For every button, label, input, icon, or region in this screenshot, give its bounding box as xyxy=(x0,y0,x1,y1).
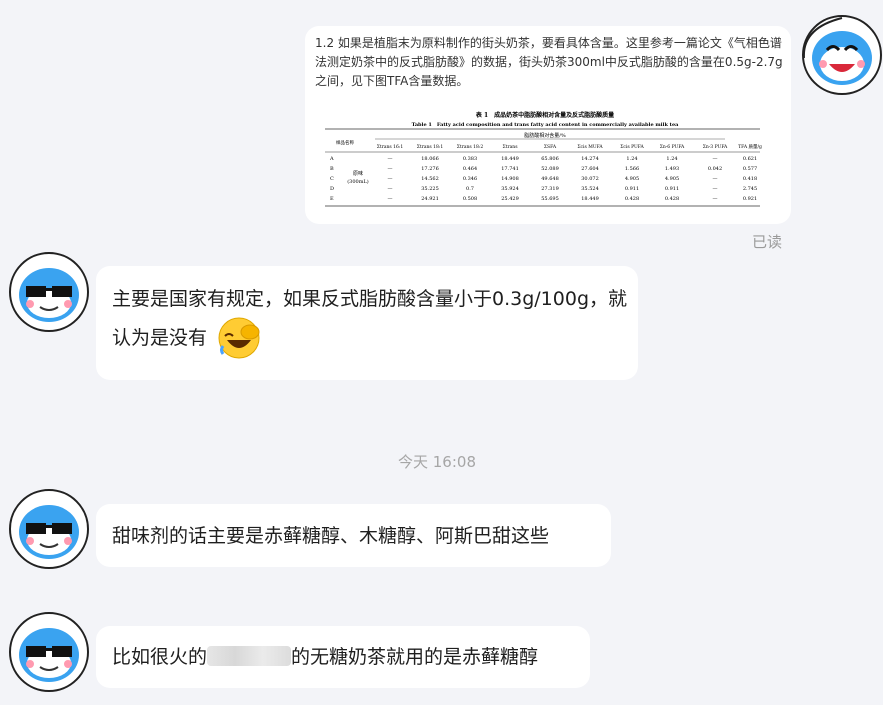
table-cell: — xyxy=(388,186,393,192)
table-cell: 0.621 xyxy=(743,156,757,162)
table-cell: 35.225 xyxy=(421,186,439,192)
table-cell: 4.905 xyxy=(665,176,679,182)
outgoing-message-text: 1.2 如果是植脂末为原料制作的街头奶茶，要看具体含量。这里参考一篇论文《气相色… xyxy=(315,36,783,88)
table-column-header: Σtrans xyxy=(502,144,518,150)
table-cell: 49.648 xyxy=(541,176,559,182)
table-cell: 0.921 xyxy=(743,196,757,202)
table-cell: — xyxy=(388,176,393,182)
table-cell: 2.745 xyxy=(743,186,757,192)
table-cell: D xyxy=(330,186,334,192)
incoming-message-bubble[interactable]: 甜味剂的话主要是赤藓糖醇、木糖醇、阿斯巴甜这些 xyxy=(96,504,611,567)
table-cell: 18.449 xyxy=(581,196,599,202)
outgoing-message-bubble[interactable]: 1.2 如果是植脂末为原料制作的街头奶茶，要看具体含量。这里参考一篇论文《气相色… xyxy=(305,26,791,224)
sunglasses-mascot-avatar[interactable] xyxy=(8,611,90,693)
table-cell: 35.924 xyxy=(501,186,519,192)
table-column-header: Σtrans 18:2 xyxy=(457,144,484,150)
table-cell: — xyxy=(713,196,718,202)
table-column-header: 样品名称 xyxy=(336,139,354,146)
table-cell: — xyxy=(713,186,718,192)
table-cell: 0.577 xyxy=(743,166,757,172)
table-cell: 0.911 xyxy=(665,186,679,192)
table-cell: 1.566 xyxy=(625,166,639,172)
table-cell: 52.089 xyxy=(541,166,559,172)
table-cell: A xyxy=(329,156,334,162)
table-cell: 0.464 xyxy=(463,166,477,172)
table-cell: 0.383 xyxy=(463,156,477,162)
table-cell: 18.066 xyxy=(421,156,439,162)
paper-table-image[interactable]: 表 1 成品奶茶中脂肪酸相对含量及反式脂肪酸质量 Table 1 Fatty a… xyxy=(320,108,770,212)
redacted-brand-name xyxy=(207,646,292,666)
table-cell: 1.493 xyxy=(665,166,679,172)
table-cell: 0.042 xyxy=(708,166,722,172)
table-cell: — xyxy=(388,166,393,172)
table-cell: — xyxy=(388,156,393,162)
table-column-header: Σcis MUFA xyxy=(577,144,603,150)
table-column-header: Σtrans 18:1 xyxy=(417,144,444,150)
incoming-message-text: 甜味剂的话主要是赤藓糖醇、木糖醇、阿斯巴甜这些 xyxy=(112,525,550,547)
table-cell: — xyxy=(388,196,393,202)
table-cell: — xyxy=(713,176,718,182)
table-cell: 1.24 xyxy=(626,156,637,162)
table-cell: 65.806 xyxy=(541,156,559,162)
table-cell: 27.319 xyxy=(541,186,559,192)
table-cell: 0.911 xyxy=(625,186,639,192)
table-cell: 0.508 xyxy=(463,196,477,202)
table-cell: 14.274 xyxy=(581,156,599,162)
table-title-cn: 表 1 成品奶茶中脂肪酸相对含量及反式脂肪酸质量 xyxy=(475,111,614,119)
incoming-message-bubble[interactable]: 比如很火的 的无糖奶茶就用的是赤藓糖醇 xyxy=(96,626,590,688)
table-cell: C xyxy=(330,176,334,182)
table-cell: 1.24 xyxy=(666,156,677,162)
timestamp: 今天 16:08 xyxy=(398,453,476,471)
smiling-mascot-avatar[interactable] xyxy=(801,14,883,96)
table-cell: 0.428 xyxy=(625,196,639,202)
table-cell: 14.562 xyxy=(421,176,439,182)
table-column-header: Σtrans 16:1 xyxy=(377,144,404,150)
sunglasses-mascot-avatar[interactable] xyxy=(8,251,90,333)
table-column-header: TFA 质量/g xyxy=(738,143,762,150)
sunglasses-mascot-avatar[interactable] xyxy=(8,488,90,570)
table-cell: 0.418 xyxy=(743,176,757,182)
table-cell: 14.908 xyxy=(501,176,519,182)
incoming-message-text: 主要是国家有规定，如果反式脂肪酸含量小于0.3g/100g，就认为是没有 xyxy=(112,288,628,349)
facepalm-laugh-emoji xyxy=(218,317,260,359)
table-cell: B xyxy=(330,166,334,172)
table-cell: 4.905 xyxy=(625,176,639,182)
incoming-message-bubble[interactable]: 主要是国家有规定，如果反式脂肪酸含量小于0.3g/100g，就认为是没有 xyxy=(96,266,638,380)
incoming-message-text-after: 的无糖奶茶就用的是赤藓糖醇 xyxy=(291,646,539,668)
table-column-header: ΣSFA xyxy=(544,144,557,150)
table-cell: 27.604 xyxy=(581,166,599,172)
table-cell: 35.524 xyxy=(581,186,599,192)
table-cell: 0.428 xyxy=(665,196,679,202)
table-cell: 55.695 xyxy=(541,196,559,202)
table-column-header: Σn-6 PUFA xyxy=(660,144,685,150)
table-cell: E xyxy=(330,196,334,202)
table-cell: 24.921 xyxy=(421,196,439,202)
table-cell: 17.276 xyxy=(421,166,439,172)
table-title-en: Table 1 Fatty acid composition and trans… xyxy=(412,122,680,128)
table-column-header: Σn-3 PUFA xyxy=(703,144,728,150)
read-status: 已读 xyxy=(752,233,783,251)
table-sample-label: 原味 xyxy=(353,170,363,177)
incoming-message-text-before: 比如很火的 xyxy=(112,646,208,668)
table-sample-volume: (300mL) xyxy=(347,178,369,185)
table-cell: 0.7 xyxy=(466,186,474,192)
table-cell: 25.429 xyxy=(501,196,519,202)
table-cell: 18.449 xyxy=(501,156,519,162)
table-group-header: 脂肪酸相对含量/% xyxy=(524,132,566,139)
table-column-header: Σcis PUFA xyxy=(620,144,644,150)
table-cell: 0.346 xyxy=(463,176,477,182)
table-cell: 17.741 xyxy=(501,166,519,172)
table-cell: — xyxy=(713,156,718,162)
table-cell: 30.072 xyxy=(581,176,599,182)
